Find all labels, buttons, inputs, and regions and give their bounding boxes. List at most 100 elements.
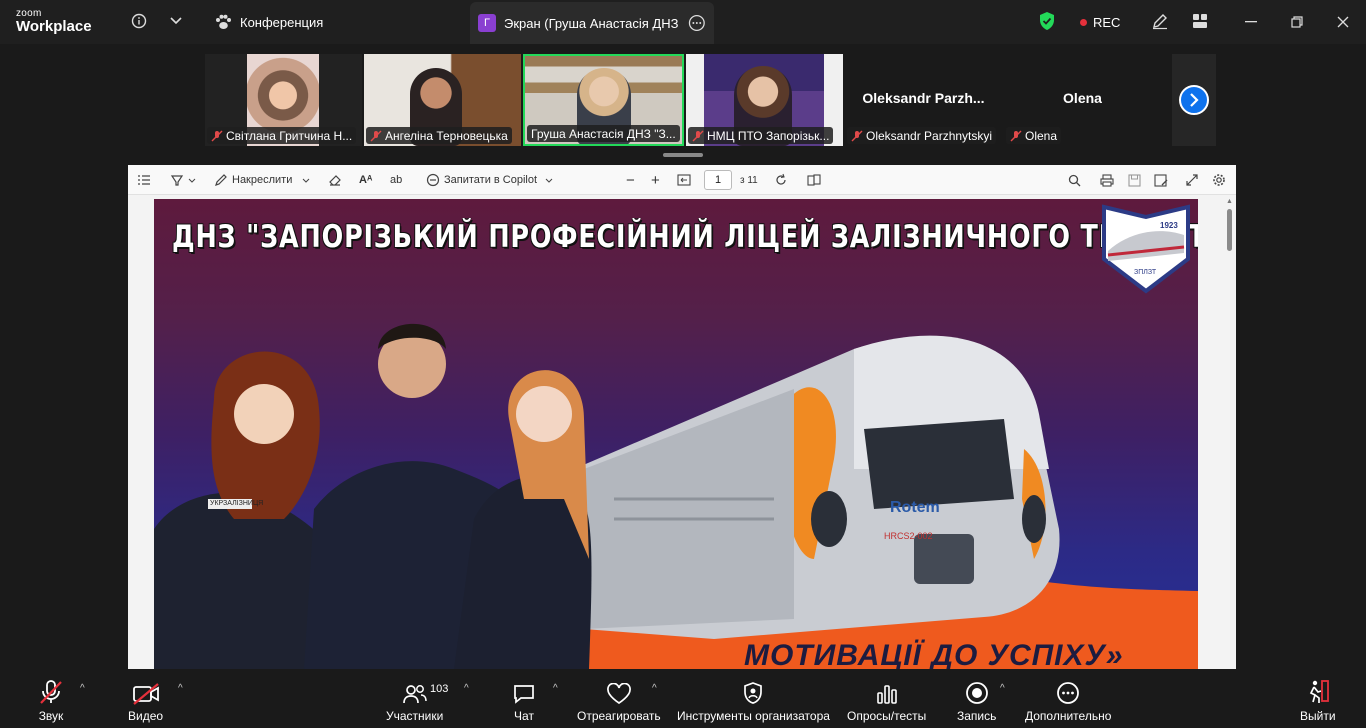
print-icon[interactable] [1100,171,1114,189]
zoom-out-button[interactable]: − [626,171,635,189]
page-number-input[interactable]: 1 [704,170,732,190]
participant-name: Ангеліна Терновецька [385,128,508,143]
fit-page-icon[interactable] [677,171,691,189]
save-icon[interactable] [1128,171,1141,189]
text-size-icon[interactable]: Aᴬ [359,171,372,189]
chat-button[interactable]: Чат [512,675,536,723]
tab-screen-share[interactable]: Г Экран (Груша Анастасія ДНЗ "Запорізьки… [470,2,714,44]
recording-indicator[interactable]: REC [1080,0,1120,44]
mic-muted-icon [851,130,863,141]
participant-name: Світлана Гритчина Н... [226,128,353,143]
participant-tile[interactable]: НМЦ ПТО Запорізьк... [686,54,843,146]
participants-options-chevron-icon[interactable]: ^ [464,683,469,694]
participants-count: 103 [430,683,449,695]
eraser-icon[interactable] [328,171,342,189]
record-options-chevron-icon[interactable]: ^ [1000,683,1005,694]
slide-bottom-caption: МОТИВАЦІЇ ДО УСПІХУ» [744,639,1124,669]
chevron-down-icon[interactable] [165,10,187,32]
leave-icon [1309,680,1329,703]
draw-tool[interactable]: Накреслити [214,171,310,189]
contents-icon[interactable] [137,171,151,189]
participant-name-tag: Olena [1006,127,1062,144]
rotate-icon[interactable] [774,171,788,189]
participant-tile-active-speaker[interactable]: Груша Анастасія ДНЗ "З... [523,54,684,146]
participant-name-tag: Світлана Гритчина Н... [207,127,357,144]
uniform-patch-text: УКРЗАЛІЗНИЦЯ [210,500,264,507]
minimize-icon[interactable] [1240,11,1262,33]
mic-off-icon [40,680,62,704]
close-icon[interactable] [1332,11,1354,33]
heart-icon [606,683,631,705]
audio-label: Звук [38,709,64,723]
encryption-shield-icon[interactable] [1036,10,1058,32]
chat-options-chevron-icon[interactable]: ^ [553,683,558,694]
more-button[interactable]: Дополнительно [1025,675,1111,723]
record-button[interactable]: Запись [957,675,996,723]
zoom-in-button[interactable]: + [651,171,660,189]
train-brand-text: Rotem [890,499,940,516]
react-button[interactable]: Отреагировать [577,675,661,723]
audio-options-chevron-icon[interactable]: ^ [80,683,85,694]
train-code-text: HRCS2-002 [884,531,933,541]
participant-name-tag: Груша Анастасія ДНЗ "З... [527,125,680,142]
highlight-icon[interactable] [170,171,196,189]
shared-screen: Накреслити Aᴬ ab Запитати в Copilot − + … [128,165,1236,669]
video-off-icon [132,683,159,705]
participants-icon [402,685,427,704]
fullscreen-icon[interactable] [1186,171,1198,189]
leave-button[interactable]: Выйти [1300,675,1336,723]
participant-name: НМЦ ПТО Запорізьк... [707,128,830,143]
video-label: Видео [128,709,164,723]
restore-icon[interactable] [1286,11,1308,33]
resize-handle[interactable] [663,153,703,157]
video-options-chevron-icon[interactable]: ^ [178,683,183,694]
more-dots-icon [1057,682,1080,704]
participant-tile[interactable]: Ангеліна Терновецька [364,54,521,146]
participant-display-name: Olena [1063,90,1102,106]
react-options-chevron-icon[interactable]: ^ [652,683,657,694]
view-grid-icon[interactable] [1189,10,1211,32]
copilot-button[interactable]: Запитати в Copilot [426,171,553,189]
host-tools-label: Инструменты организатора [677,709,830,723]
copilot-label: Запитати в Copilot [444,174,538,186]
draw-icon [215,174,227,186]
host-tools-shield-icon [744,682,763,704]
mic-muted-icon [211,130,223,141]
page-view-icon[interactable] [807,171,821,189]
video-button[interactable]: Видео [128,675,163,723]
host-tools-button[interactable]: Инструменты организатора [677,675,830,723]
chevron-right-icon [1190,93,1199,107]
participant-name: Груша Анастасія ДНЗ "З... [531,126,676,141]
settings-gear-icon[interactable] [1212,171,1226,189]
presenter-badge: Г [478,14,496,32]
zoom-logo: zoom Workplace [16,9,92,35]
participant-name-tag: Oleksandr Parzhnytskyi [847,127,997,144]
scroll-up-icon[interactable]: ▲ [1226,198,1233,205]
tab-conference[interactable]: Конференция [214,0,323,44]
participant-tile[interactable]: Oleksandr Parzh... Oleksandr Parzhnytsky… [845,54,1002,146]
scrollbar-thumb[interactable] [1227,209,1232,251]
polls-button[interactable]: Опросы/тесты [847,675,926,723]
slide-background-art [154,323,1198,669]
participant-name: Olena [1025,128,1058,143]
info-icon[interactable] [128,10,150,32]
leave-label: Выйти [1300,709,1336,723]
participant-tile[interactable]: Olena Olena [1004,54,1161,146]
vertical-scrollbar[interactable]: ▲ [1224,195,1236,669]
next-page-button[interactable] [1172,54,1216,146]
more-options-icon[interactable] [688,14,706,32]
audio-button[interactable]: Звук [38,675,64,723]
emblem-abbr: ЗПЛЗТ [1134,269,1157,276]
chat-label: Чат [514,709,534,723]
translate-icon[interactable]: ab [390,171,402,189]
more-label: Дополнительно [1025,709,1112,723]
tab-conference-label: Конференция [240,14,324,30]
react-label: Отреагировать [577,709,661,723]
rec-label: REC [1093,14,1121,30]
participant-tile[interactable]: Світлана Гритчина Н... [205,54,362,146]
search-icon[interactable] [1068,171,1081,189]
save-as-icon[interactable] [1154,171,1168,189]
presentation-slide: ДНЗ "ЗАПОРІЗЬКИЙ ПРОФЕСІЙНИЙ ЛІЦЕЙ ЗАЛІЗ… [154,199,1198,669]
polls-label: Опросы/тесты [847,709,927,723]
annotate-pen-icon[interactable] [1149,10,1171,32]
